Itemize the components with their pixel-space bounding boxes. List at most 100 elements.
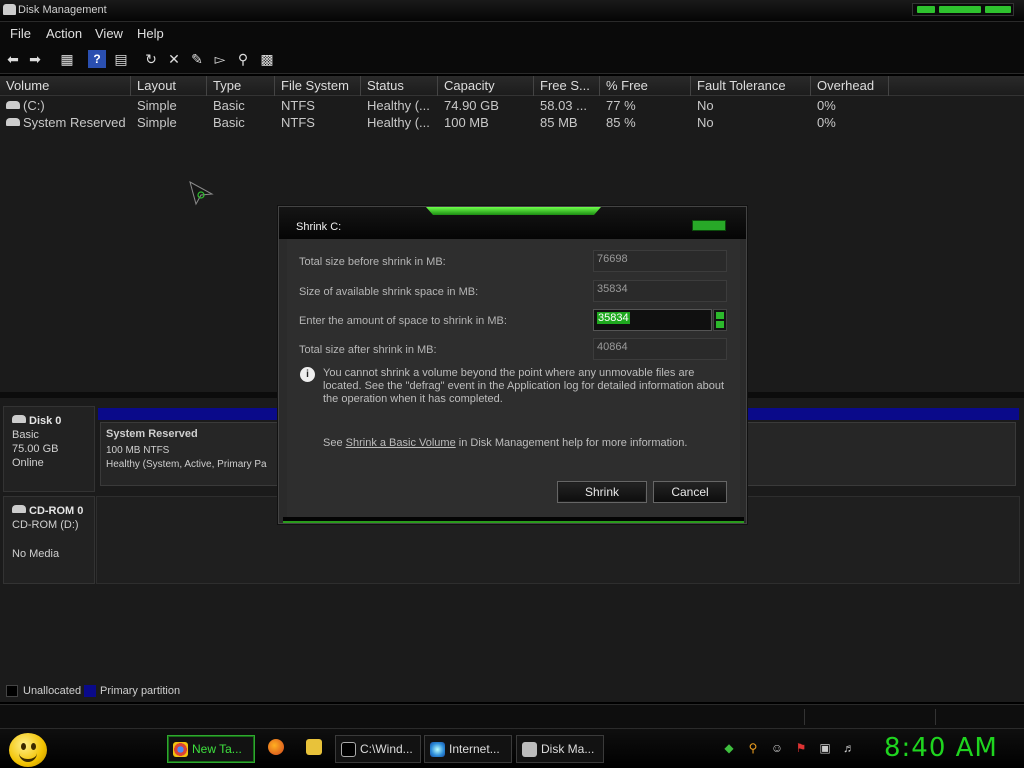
task-command-prompt[interactable]: C:\Wind...	[335, 735, 421, 763]
total-size-field: 76698	[593, 250, 727, 272]
stepper-down-icon[interactable]	[716, 321, 724, 328]
disk-management-icon	[3, 4, 16, 15]
edit-icon[interactable]: ✎	[188, 50, 206, 68]
maximize-button[interactable]	[939, 6, 981, 13]
shrink-amount-label: Enter the amount of space to shrink in M…	[299, 315, 507, 327]
col-status[interactable]: Status	[361, 76, 438, 96]
partition-strip	[745, 408, 1019, 420]
firefox-icon[interactable]	[268, 739, 284, 755]
shrink-amount-input[interactable]: 35834	[593, 309, 712, 331]
cancel-button[interactable]: Cancel	[653, 481, 727, 503]
shrink-dialog: Shrink C: Total size before shrink in MB…	[278, 206, 747, 524]
mouse-cursor-icon	[189, 180, 214, 206]
dialog-footer	[283, 517, 744, 523]
partition-status: Healthy (System, Active, Primary Pa	[106, 459, 267, 470]
volume-icon[interactable]: ♬	[842, 741, 856, 755]
info-icon: i	[300, 367, 315, 382]
col-volume[interactable]: Volume	[0, 76, 131, 96]
available-space-label: Size of available shrink space in MB:	[299, 286, 479, 298]
menu-action[interactable]: Action	[46, 26, 82, 41]
folder-icon[interactable]	[306, 739, 322, 755]
search-icon[interactable]: ⚲	[746, 741, 760, 755]
col-free-space[interactable]: Free S...	[534, 76, 600, 96]
delete-icon[interactable]: ✕	[165, 50, 183, 68]
taskbar: New Ta... C:\Wind... Internet... Disk Ma…	[0, 728, 1024, 768]
cdrom-drive: CD-ROM (D:)	[12, 519, 79, 531]
dialog-title: Shrink C:	[296, 221, 342, 233]
view-icon[interactable]: ▤	[112, 50, 130, 68]
stepper-up-icon[interactable]	[716, 312, 724, 319]
partition-size: 100 MB NTFS	[106, 445, 170, 456]
disk-size: 75.00 GB	[12, 443, 59, 455]
overhead-cell: 0%	[817, 115, 836, 130]
clock[interactable]: 8:40 AM	[884, 733, 998, 763]
volume-row[interactable]: System Reserved Simple Basic NTFS Health…	[0, 114, 1024, 131]
volume-row[interactable]: (C:) Simple Basic NTFS Healthy (... 74.9…	[0, 97, 1024, 114]
dialog-title-bar[interactable]: Shrink C:	[279, 207, 746, 239]
fault-tolerance-cell: No	[697, 115, 714, 130]
dialog-body: Total size before shrink in MB: 76698 Si…	[287, 239, 740, 517]
menu-help[interactable]: Help	[137, 26, 164, 41]
col-layout[interactable]: Layout	[131, 76, 207, 96]
window-controls[interactable]	[912, 3, 1014, 16]
settings-icon[interactable]: ▩	[258, 50, 276, 68]
col-percent-free[interactable]: % Free	[600, 76, 691, 96]
task-new-tab[interactable]: New Ta...	[167, 735, 255, 763]
col-overhead[interactable]: Overhead	[811, 76, 889, 96]
status-cell: Healthy (...	[367, 98, 430, 113]
network-icon[interactable]: ◆	[722, 741, 736, 755]
disk-name: Disk 0	[12, 415, 94, 427]
col-file-system[interactable]: File System	[275, 76, 361, 96]
shrink-amount-stepper[interactable]	[713, 309, 727, 331]
forward-icon[interactable]: ➡	[26, 50, 44, 68]
security-icon[interactable]: ⚑	[794, 741, 808, 755]
menu-file[interactable]: File	[10, 26, 31, 41]
legend-swatch-unallocated	[6, 685, 18, 697]
search-icon[interactable]: ⚲	[234, 50, 252, 68]
messenger-icon[interactable]: ☺	[770, 741, 784, 755]
file-system-cell: NTFS	[281, 115, 315, 130]
disk-name: CD-ROM 0	[12, 505, 94, 517]
task-internet[interactable]: Internet...	[424, 735, 512, 763]
help-icon[interactable]: ?	[88, 50, 106, 68]
minimize-button[interactable]	[917, 6, 935, 13]
cdrom-0-label[interactable]: CD-ROM 0 CD-ROM (D:) No Media	[3, 496, 95, 584]
capacity-cell: 100 MB	[444, 115, 489, 130]
total-size-label: Total size before shrink in MB:	[299, 256, 446, 268]
properties-icon[interactable]: ▦	[58, 50, 76, 68]
size-after-field: 40864	[593, 338, 727, 360]
back-icon[interactable]: ⬅	[4, 50, 22, 68]
disk-status: Online	[12, 457, 44, 469]
dialog-close-button[interactable]	[692, 220, 726, 231]
col-type[interactable]: Type	[207, 76, 275, 96]
col-capacity[interactable]: Capacity	[438, 76, 534, 96]
status-separator	[935, 709, 936, 725]
help-link[interactable]: Shrink a Basic Volume	[346, 437, 456, 449]
fault-tolerance-cell: No	[697, 98, 714, 113]
shrink-button[interactable]: Shrink	[557, 481, 647, 503]
refresh-icon[interactable]: ↻	[142, 50, 160, 68]
disk-type: Basic	[12, 429, 39, 441]
task-disk-management[interactable]: Disk Ma...	[516, 735, 604, 763]
smiley-eye	[31, 743, 36, 750]
disk-0-label[interactable]: Disk 0 Basic 75.00 GB Online	[3, 406, 95, 492]
size-after-label: Total size after shrink in MB:	[299, 344, 437, 356]
title-bar: Disk Management	[0, 0, 1024, 22]
open-icon[interactable]: ▻	[211, 50, 229, 68]
cdrom-icon	[12, 505, 26, 513]
start-button[interactable]	[9, 733, 47, 767]
close-button[interactable]	[985, 6, 1011, 13]
status-separator	[804, 709, 805, 725]
file-system-cell: NTFS	[281, 98, 315, 113]
volume-icon	[6, 101, 20, 109]
menu-view[interactable]: View	[95, 26, 123, 41]
free-space-cell: 85 MB	[540, 115, 578, 130]
partition-strip	[98, 408, 280, 420]
legend-unallocated: Unallocated	[23, 685, 82, 697]
display-icon[interactable]: ▣	[818, 741, 832, 755]
percent-free-cell: 85 %	[606, 115, 636, 130]
overhead-cell: 0%	[817, 98, 836, 113]
chrome-icon	[173, 742, 188, 757]
col-fault-tolerance[interactable]: Fault Tolerance	[691, 76, 811, 96]
volume-icon	[6, 118, 20, 126]
